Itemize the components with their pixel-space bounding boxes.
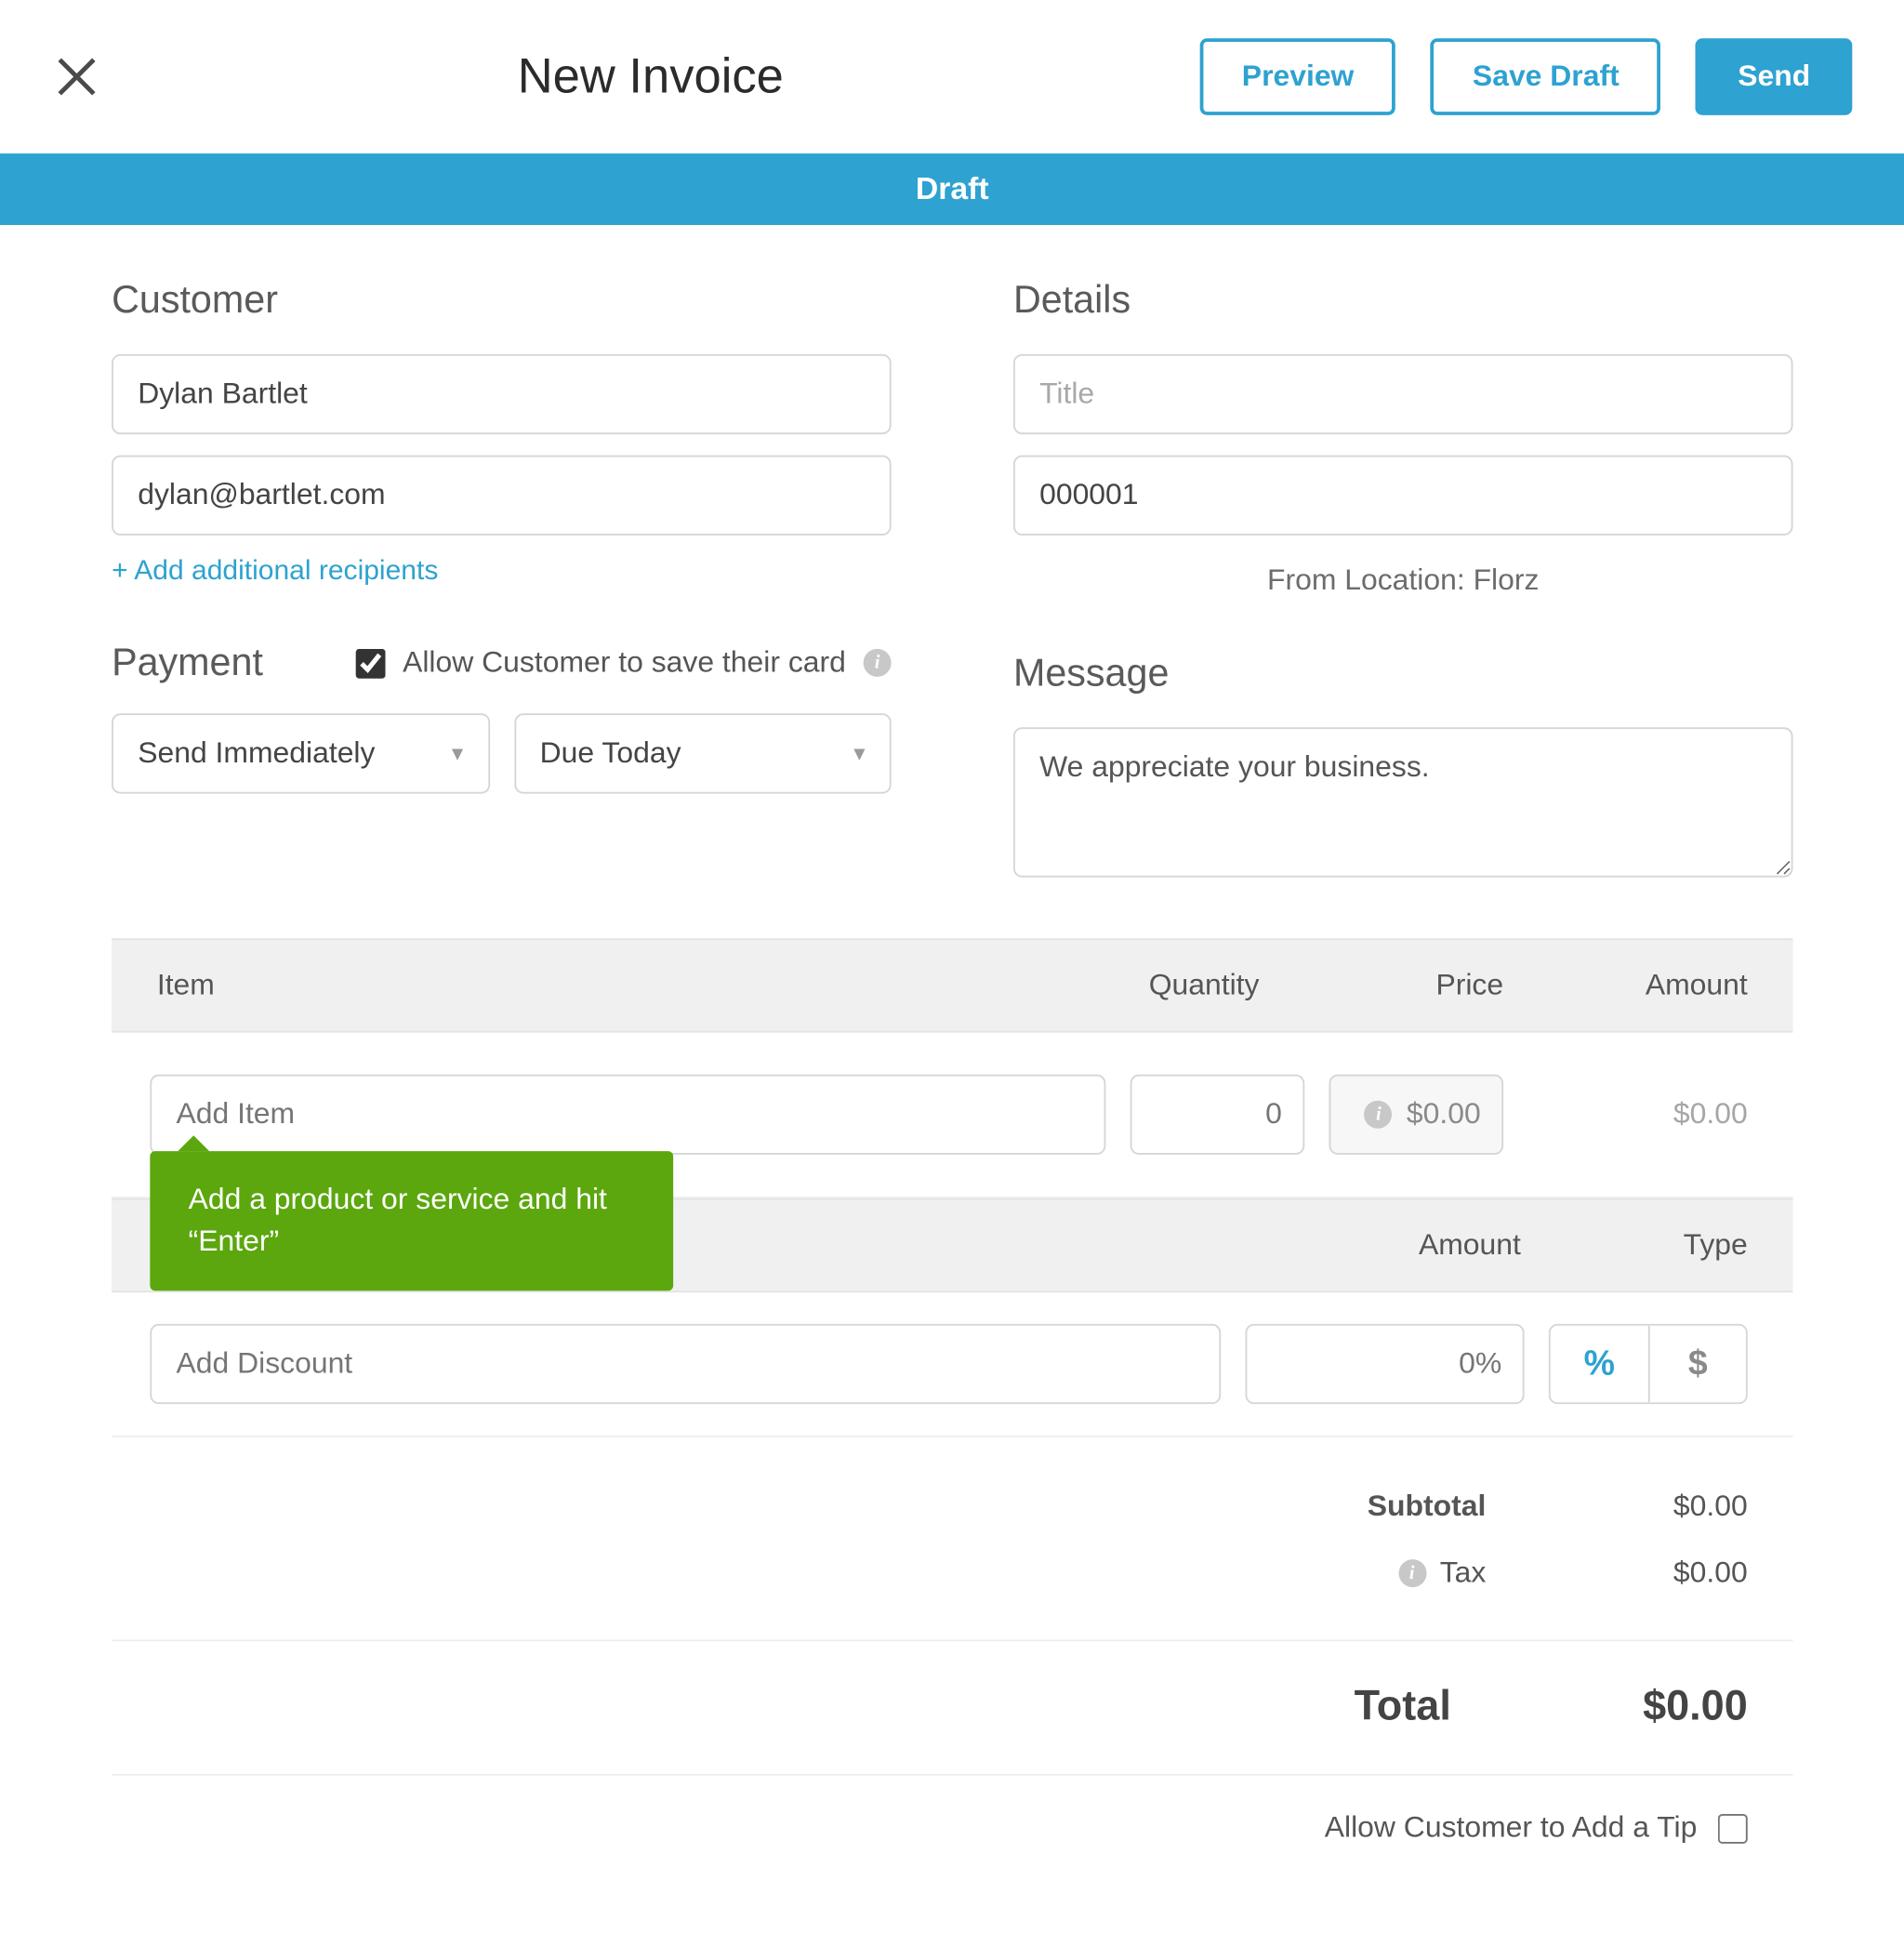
- add-item-input[interactable]: [150, 1075, 1105, 1155]
- preview-button[interactable]: Preview: [1200, 38, 1396, 115]
- items-header-row: Item Quantity Price Amount: [112, 938, 1792, 1032]
- allow-tip-row: Allow Customer to Add a Tip: [112, 1776, 1792, 1863]
- discount-type-toggle: % $: [1549, 1324, 1748, 1404]
- details-heading: Details: [1013, 277, 1793, 323]
- chevron-down-icon: ▾: [452, 739, 463, 767]
- items-header-amount: Amount: [1503, 968, 1748, 1003]
- save-draft-button[interactable]: Save Draft: [1431, 38, 1661, 115]
- header-buttons: Preview Save Draft Send: [1200, 38, 1853, 115]
- tax-value: $0.00: [1539, 1556, 1748, 1591]
- line-amount: $0.00: [1527, 1097, 1747, 1132]
- customer-heading: Customer: [112, 277, 892, 323]
- from-location-text: From Location: Florz: [1013, 563, 1793, 599]
- add-item-tooltip: Add a product or service and hit “Enter”: [150, 1151, 673, 1290]
- add-recipients-link[interactable]: + Add additional recipients: [112, 556, 892, 588]
- invoice-number-input[interactable]: [1013, 456, 1793, 536]
- items-header-item: Item: [157, 968, 1015, 1003]
- totals-section: Subtotal $0.00 i Tax $0.00: [112, 1437, 1792, 1641]
- subtotal-value: $0.00: [1539, 1489, 1748, 1525]
- customer-email-input[interactable]: [112, 456, 892, 536]
- info-icon[interactable]: i: [864, 649, 892, 677]
- item-row: i $0.00 $0.00 Add a product or service a…: [112, 1033, 1792, 1198]
- send-schedule-value: Send Immediately: [138, 736, 375, 772]
- customer-name-input[interactable]: [112, 354, 892, 434]
- payment-heading: Payment: [112, 640, 263, 685]
- info-icon[interactable]: i: [1398, 1559, 1426, 1587]
- header-bar: New Invoice Preview Save Draft Send: [0, 0, 1904, 153]
- status-badge: Draft: [0, 153, 1904, 225]
- due-date-select[interactable]: Due Today ▾: [513, 713, 891, 793]
- tax-label: Tax: [1440, 1556, 1487, 1591]
- info-icon[interactable]: i: [1365, 1101, 1393, 1129]
- send-schedule-select[interactable]: Send Immediately ▾: [112, 713, 489, 793]
- page-title: New Invoice: [518, 49, 784, 105]
- discount-percent-button[interactable]: %: [1551, 1326, 1648, 1403]
- close-icon[interactable]: [52, 52, 101, 101]
- discount-header-type: Type: [1521, 1228, 1748, 1264]
- quantity-input[interactable]: [1130, 1075, 1305, 1155]
- subtotal-label: Subtotal: [1368, 1489, 1487, 1525]
- total-row: Total $0.00: [112, 1641, 1792, 1775]
- send-button[interactable]: Send: [1696, 38, 1852, 115]
- allow-save-card-checkbox[interactable]: [355, 648, 385, 678]
- due-date-value: Due Today: [540, 736, 681, 772]
- add-discount-input[interactable]: [150, 1324, 1221, 1404]
- price-box: i $0.00: [1329, 1075, 1504, 1155]
- message-textarea[interactable]: [1013, 727, 1793, 877]
- discount-header-amount: Amount: [1207, 1228, 1521, 1264]
- total-value: $0.00: [1451, 1683, 1748, 1732]
- chevron-down-icon: ▾: [853, 739, 865, 767]
- allow-tip-label: Allow Customer to Add a Tip: [1325, 1810, 1698, 1846]
- message-heading: Message: [1013, 651, 1793, 696]
- allow-save-card-option[interactable]: Allow Customer to save their card i: [355, 645, 891, 681]
- discount-row: % $: [112, 1292, 1792, 1437]
- items-header-price: Price: [1259, 968, 1503, 1003]
- discount-dollar-button[interactable]: $: [1648, 1326, 1746, 1403]
- items-header-qty: Quantity: [1015, 968, 1260, 1003]
- price-value: $0.00: [1407, 1097, 1481, 1132]
- allow-save-card-label: Allow Customer to save their card: [403, 645, 846, 681]
- discount-amount-input[interactable]: [1245, 1324, 1524, 1404]
- total-label: Total: [1355, 1683, 1451, 1732]
- invoice-title-input[interactable]: [1013, 354, 1793, 434]
- allow-tip-checkbox[interactable]: [1718, 1813, 1748, 1843]
